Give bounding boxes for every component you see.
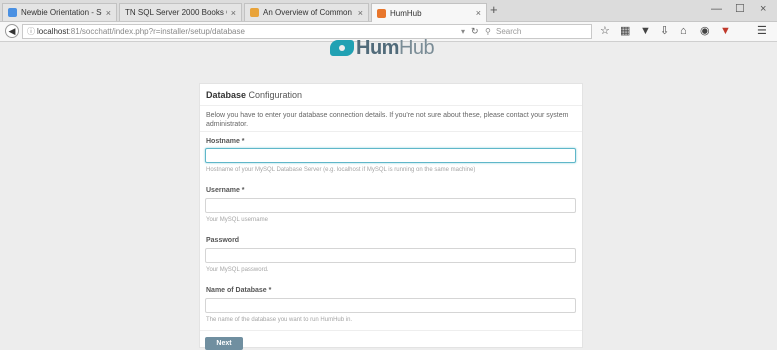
reload-icon[interactable]: ↻ — [471, 25, 479, 38]
username-input[interactable] — [205, 198, 576, 213]
database-name-input[interactable] — [205, 298, 576, 313]
back-button[interactable]: ◀ — [5, 24, 19, 38]
shield-icon[interactable]: ▼ — [720, 25, 731, 38]
humhub-favicon-icon — [377, 8, 386, 18]
next-button[interactable]: Next — [205, 337, 243, 350]
hostname-input[interactable] — [205, 148, 576, 163]
tab-overview-common[interactable]: An Overview of Common ... × — [244, 3, 369, 21]
url-text: localhost:81/socchatt/index.php?r=instal… — [37, 27, 245, 36]
pocket-icon[interactable]: ▼ — [640, 25, 651, 38]
restore-button[interactable]: ☐ — [735, 2, 745, 16]
humhub-logo: HumHub — [330, 36, 435, 60]
search-placeholder[interactable]: Search — [496, 25, 521, 38]
intro-text: Below you have to enter your database co… — [206, 112, 569, 128]
chevron-down-icon[interactable]: ▾ — [461, 25, 465, 38]
close-tab-icon[interactable]: × — [358, 8, 363, 18]
humhub-logo-mark — [330, 40, 354, 56]
globe-icon — [8, 8, 17, 17]
close-tab-icon[interactable]: × — [231, 8, 236, 18]
home-icon[interactable]: ⌂ — [680, 25, 687, 38]
divider — [200, 105, 582, 106]
new-tab-button[interactable]: + — [490, 3, 498, 17]
divider — [200, 330, 582, 331]
divider — [200, 131, 582, 132]
tab-humhub-active[interactable]: HumHub × — [371, 3, 487, 22]
tab-newbie-orientation[interactable]: Newbie Orientation - Soc... × — [2, 3, 117, 21]
library-icon[interactable]: ▦ — [620, 25, 630, 38]
search-icon: ⚲ — [485, 27, 491, 36]
panel-title: Database Configuration — [206, 90, 303, 100]
chat-icon[interactable]: ◉ — [700, 25, 710, 38]
password-input[interactable] — [205, 248, 576, 263]
info-icon[interactable]: ⓘ — [27, 25, 35, 38]
page-icon — [250, 8, 259, 17]
tab-sql-server-books[interactable]: TN SQL Server 2000 Books On... × — [119, 3, 242, 21]
hostname-hint: Hostname of your MySQL Database Server (… — [206, 167, 476, 173]
password-hint: Your MySQL password. — [206, 267, 269, 273]
database-name-hint: The name of the database you want to run… — [206, 317, 353, 323]
star-icon[interactable]: ☆ — [600, 25, 610, 38]
address-bar[interactable]: ⓘ localhost:81/socchatt/index.php?r=inst… — [22, 24, 592, 39]
username-hint: Your MySQL username — [206, 217, 268, 223]
hostname-label: Hostname * — [206, 138, 245, 145]
close-window-button[interactable]: × — [760, 2, 766, 16]
database-name-label: Name of Database * — [206, 287, 272, 294]
menu-icon[interactable]: ☰ — [757, 25, 767, 38]
close-tab-icon[interactable]: × — [106, 8, 111, 18]
database-configuration-panel: Database Configuration Below you have to… — [199, 83, 583, 350]
password-label: Password — [206, 237, 240, 244]
humhub-logo-text: HumHub — [356, 36, 435, 59]
close-tab-icon[interactable]: × — [476, 8, 481, 18]
minimize-button[interactable]: — — [711, 2, 722, 16]
username-label: Username * — [206, 187, 245, 194]
download-icon[interactable]: ⇩ — [660, 25, 669, 38]
tab-strip: Newbie Orientation - Soc... × TN SQL Ser… — [0, 0, 777, 22]
